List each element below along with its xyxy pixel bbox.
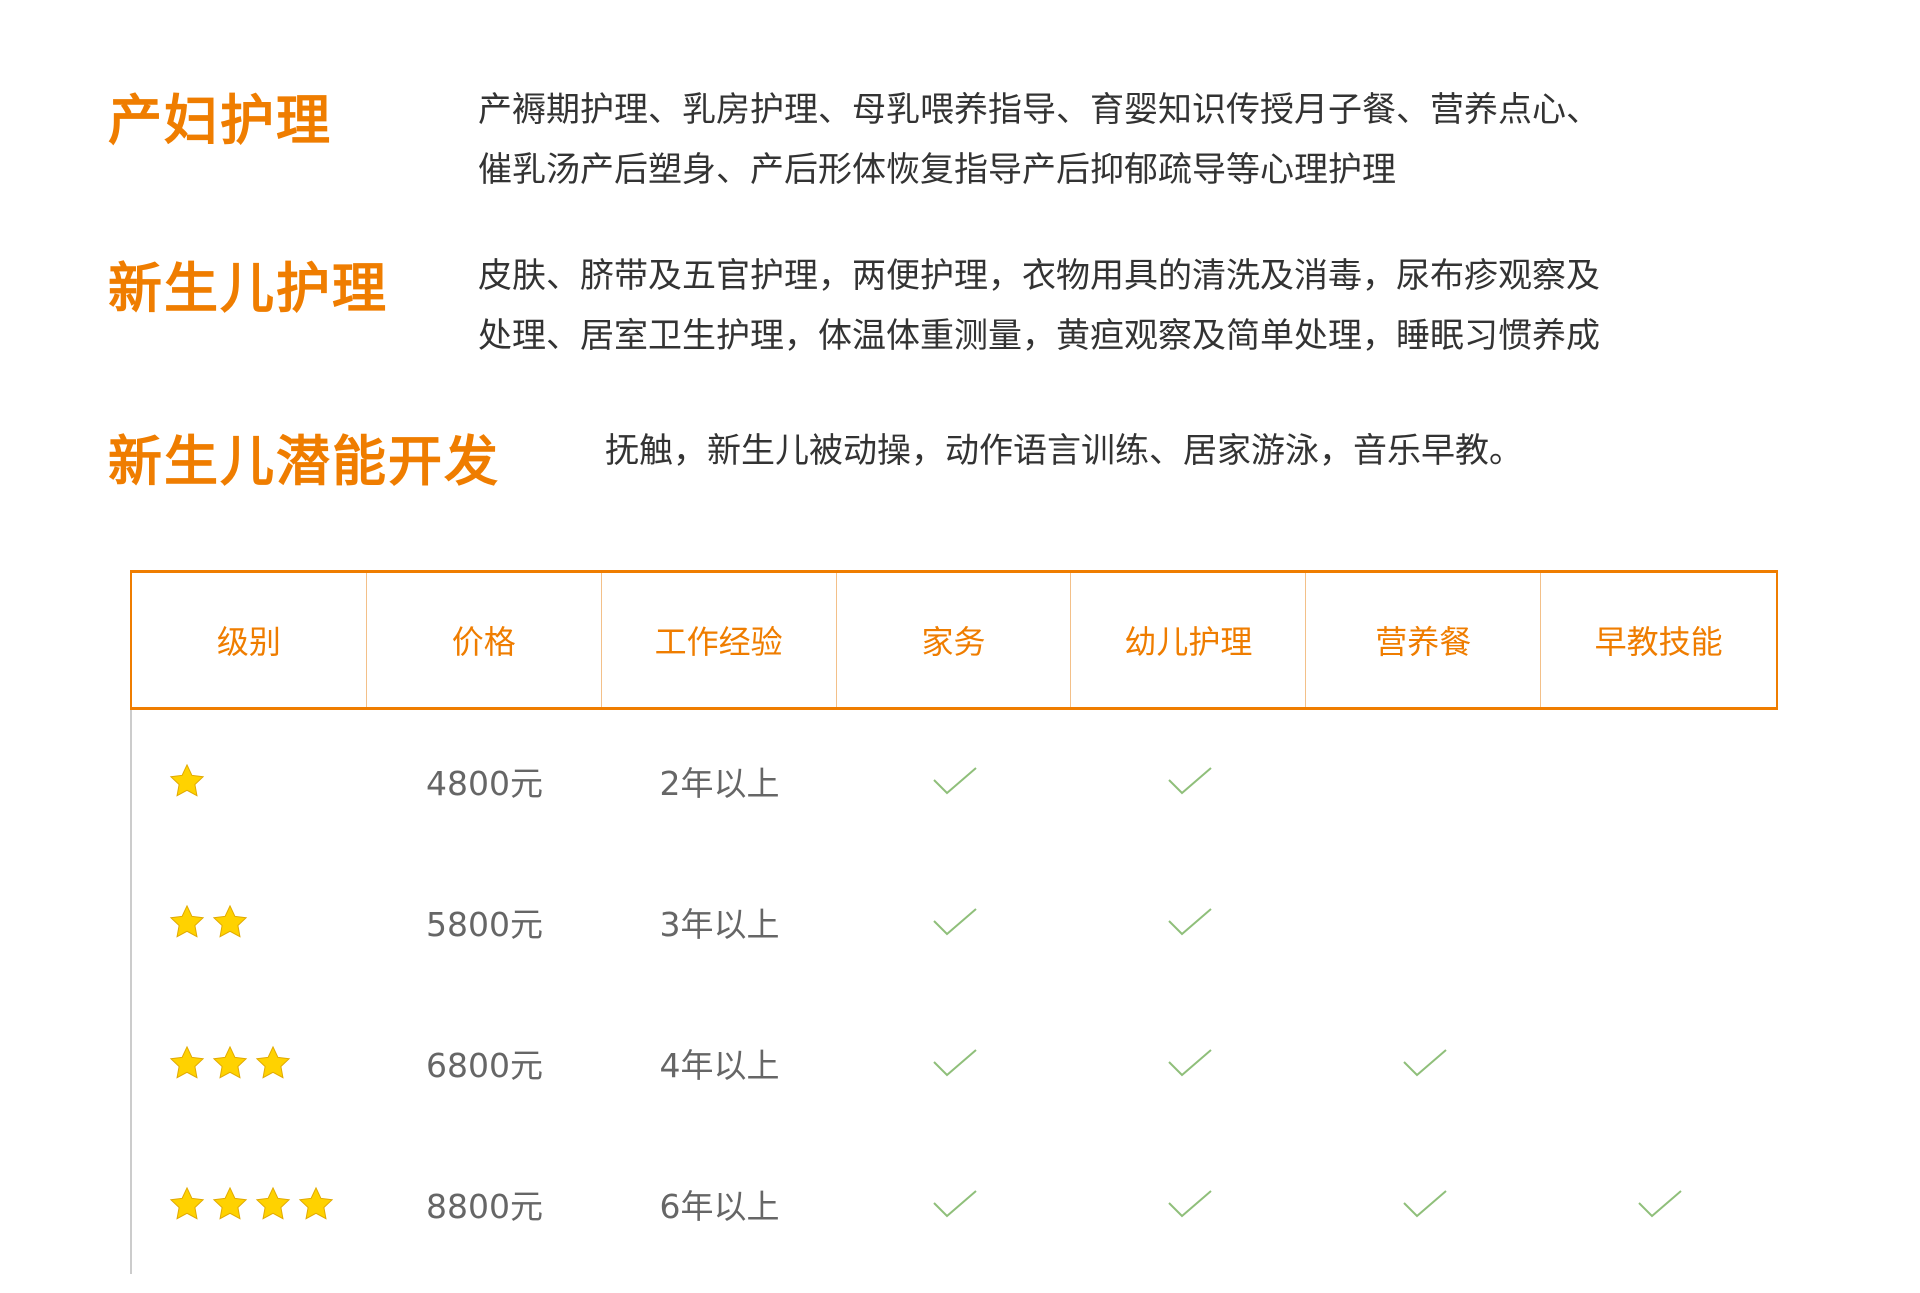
price-cell: 8800元 bbox=[426, 1186, 543, 1226]
childcare-cell bbox=[1072, 710, 1307, 851]
pricing-table: 级别 价格 工作经验 家务 幼儿护理 营养餐 早教技能 4800元 2年以上 580… bbox=[130, 570, 1778, 1274]
section-title: 新生儿潜能开发 bbox=[108, 430, 500, 493]
checkmark-icon bbox=[1167, 907, 1212, 935]
nutrition-cell bbox=[1307, 710, 1542, 851]
nutrition-cell bbox=[1307, 1133, 1542, 1274]
childcare-cell bbox=[1072, 851, 1307, 992]
childcare-cell bbox=[1072, 992, 1307, 1133]
price-cell: 5800元 bbox=[426, 904, 543, 944]
nutrition-cell bbox=[1307, 992, 1542, 1133]
table-body: 4800元 2年以上 5800元 3年以上 6800元 4年以上 8800元 6年以上 bbox=[130, 710, 1778, 1274]
level-stars bbox=[132, 1133, 367, 1274]
housework-cell bbox=[837, 1133, 1072, 1274]
section-description: 抚触，新生儿被动操，动作语言训练、居家游泳，音乐早教。 bbox=[605, 421, 1523, 481]
checkmark-icon bbox=[932, 766, 977, 794]
star-icon bbox=[169, 904, 205, 938]
childcare-cell bbox=[1072, 1133, 1307, 1274]
star-icon bbox=[255, 1186, 291, 1220]
early-education-cell bbox=[1542, 710, 1777, 851]
star-icon bbox=[212, 904, 248, 938]
section-description: 皮肤、脐带及五官护理，两便护理，衣物用具的清洗及消毒，尿布疹观察及 处理、居室卫… bbox=[478, 246, 1600, 366]
header-housework: 家务 bbox=[837, 573, 1072, 707]
description-line: 催乳汤产后塑身、产后形体恢复指导产后抑郁疏导等心理护理 bbox=[478, 150, 1396, 190]
nutrition-cell bbox=[1307, 851, 1542, 992]
header-experience: 工作经验 bbox=[602, 573, 837, 707]
level-stars bbox=[132, 710, 367, 851]
housework-cell bbox=[837, 851, 1072, 992]
section-title: 产妇护理 bbox=[108, 89, 332, 152]
header-early-education: 早教技能 bbox=[1594, 623, 1723, 661]
description-line: 皮肤、脐带及五官护理，两便护理，衣物用具的清洗及消毒，尿布疹观察及 bbox=[478, 256, 1600, 296]
checkmark-icon bbox=[1637, 1189, 1682, 1217]
checkmark-icon bbox=[1167, 766, 1212, 794]
star-icon bbox=[169, 1045, 205, 1079]
description-line: 处理、居室卫生护理，体温体重测量，黄疸观察及简单处理，睡眠习惯养成 bbox=[478, 316, 1600, 356]
checkmark-icon bbox=[1402, 1048, 1447, 1076]
checkmark-icon bbox=[932, 1189, 977, 1217]
price-cell: 4800元 bbox=[426, 763, 543, 803]
early-education-cell bbox=[1542, 1133, 1777, 1274]
table-row: 4800元 2年以上 bbox=[132, 710, 1778, 851]
table-row: 8800元 6年以上 bbox=[132, 1133, 1778, 1274]
header-childcare: 幼儿护理 bbox=[1071, 573, 1307, 707]
table-header: 级别 价格 工作经验 家务 幼儿护理 营养餐 早教技能 bbox=[130, 570, 1778, 710]
star-icon bbox=[212, 1186, 248, 1220]
checkmark-icon bbox=[932, 907, 977, 935]
level-stars bbox=[132, 851, 367, 992]
experience-cell: 4年以上 bbox=[659, 1045, 780, 1085]
description-line: 抚触，新生儿被动操，动作语言训练、居家游泳，音乐早教。 bbox=[605, 431, 1523, 471]
early-education-cell bbox=[1542, 851, 1777, 992]
checkmark-icon bbox=[1167, 1189, 1212, 1217]
housework-cell bbox=[837, 710, 1072, 851]
section-description: 产褥期护理、乳房护理、母乳喂养指导、育婴知识传授月子餐、营养点心、 催乳汤产后塑… bbox=[478, 80, 1600, 200]
experience-cell: 3年以上 bbox=[659, 904, 780, 944]
price-cell: 6800元 bbox=[426, 1045, 543, 1085]
housework-cell bbox=[837, 992, 1072, 1133]
experience-cell: 6年以上 bbox=[659, 1186, 780, 1226]
description-line: 产褥期护理、乳房护理、母乳喂养指导、育婴知识传授月子餐、营养点心、 bbox=[478, 90, 1600, 130]
table-row: 5800元 3年以上 bbox=[132, 851, 1778, 992]
level-stars bbox=[132, 992, 367, 1133]
checkmark-icon bbox=[1402, 1189, 1447, 1217]
star-icon bbox=[212, 1045, 248, 1079]
checkmark-icon bbox=[1167, 1048, 1212, 1076]
star-icon bbox=[298, 1186, 334, 1220]
header-nutrition: 营养餐 bbox=[1306, 573, 1542, 707]
checkmark-icon bbox=[932, 1048, 977, 1076]
section-title: 新生儿护理 bbox=[108, 257, 388, 320]
header-price: 价格 bbox=[367, 573, 602, 707]
star-icon bbox=[255, 1045, 291, 1079]
header-level: 级别 bbox=[132, 573, 367, 707]
experience-cell: 2年以上 bbox=[659, 763, 780, 803]
star-icon bbox=[169, 763, 205, 797]
early-education-cell bbox=[1542, 992, 1777, 1133]
star-icon bbox=[169, 1186, 205, 1220]
table-row: 6800元 4年以上 bbox=[132, 992, 1778, 1133]
